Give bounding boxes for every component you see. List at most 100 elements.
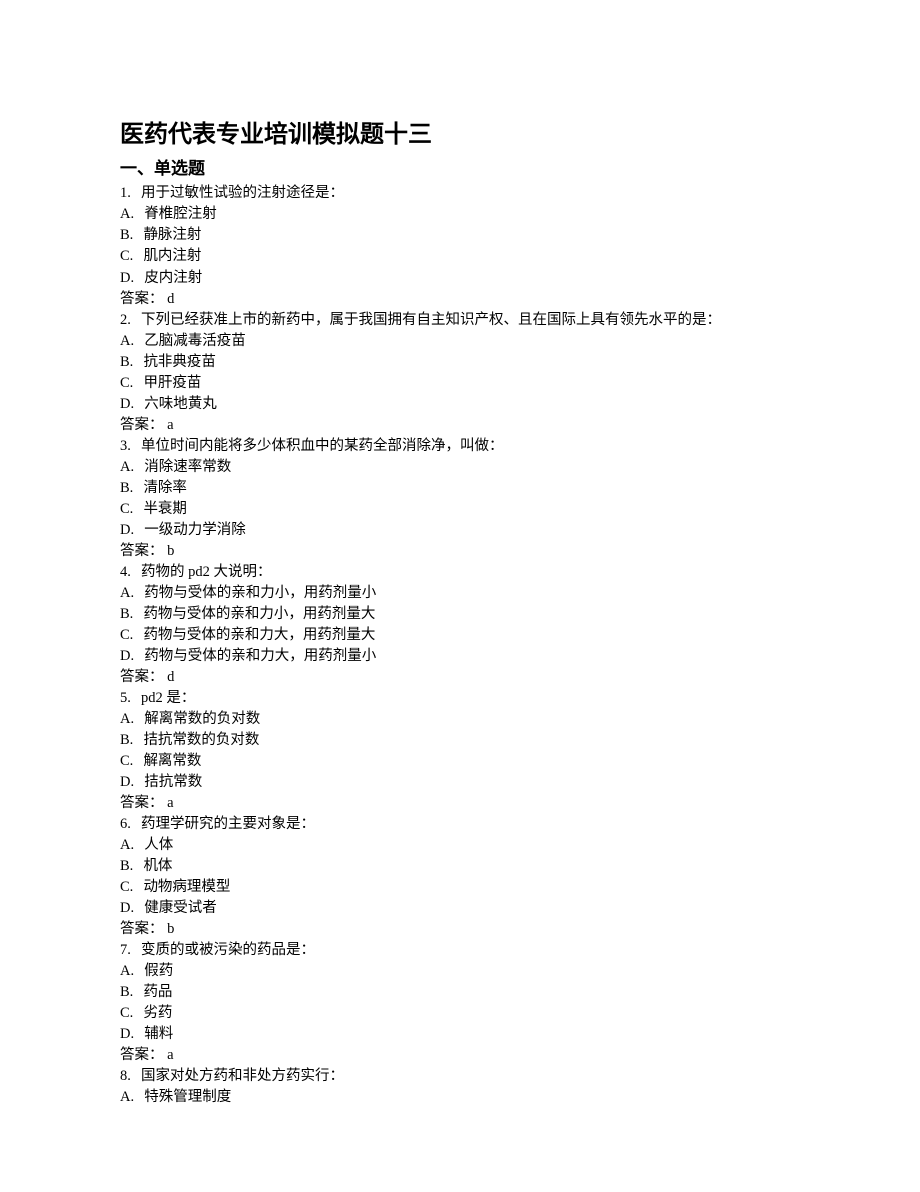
option: D. 药物与受体的亲和力大，用药剂量小 [120,646,800,667]
option-text: 一级动力学消除 [144,522,246,538]
question-text: pd2 是： [141,690,195,706]
answer-label: 答案： [120,543,164,559]
option-text: 药物与受体的亲和力大，用药剂量大 [143,627,375,643]
option: B.抗非典疫苗 [120,352,800,373]
option: C.药物与受体的亲和力大，用药剂量大 [120,625,800,646]
question-stem: 5. pd2 是： [120,688,800,709]
answer-value: b [164,543,175,559]
option-text: 机体 [143,858,172,874]
question-stem: 2. 下列已经获准上市的新药中，属于我国拥有自主知识产权、且在国际上具有领先水平的… [120,310,800,331]
question-number: 7. [120,940,131,961]
question-stem: 6.药理学研究的主要对象是： [120,814,800,835]
option: A. 乙脑减毒活疫苗 [120,331,800,352]
answer-line: 答案： a [120,415,800,436]
question-stem: 8. 国家对处方药和非处方药实行： [120,1066,800,1087]
question-text: 单位时间内能将多少体积血中的某药全部消除净，叫做： [141,438,504,454]
question-stem: 3.单位时间内能将多少体积血中的某药全部消除净，叫做： [120,436,800,457]
option-text: 辅料 [144,1026,173,1042]
option: A.解离常数的负对数 [120,709,800,730]
option: C. 解离常数 [120,751,800,772]
option: C. 动物病理模型 [120,877,800,898]
question-text: 药理学研究的主要对象是： [141,816,315,832]
option-letter: A. [120,583,134,604]
option: B.机体 [120,856,800,877]
option: C. 半衰期 [120,499,800,520]
option-letter: A. [120,204,134,225]
option-text: 静脉注射 [143,227,201,243]
answer-value: a [164,795,174,811]
option: D. 一级动力学消除 [120,520,800,541]
option-text: 药物与受体的亲和力大，用药剂量小 [144,648,376,664]
option-letter: D. [120,646,134,667]
option-letter: A. [120,835,134,856]
question-text: 药物的 pd2 大说明： [141,564,272,580]
option-text: 乙脑减毒活疫苗 [144,333,246,349]
option-text: 消除速率常数 [144,459,231,475]
answer-label: 答案： [120,417,164,433]
option-letter: C. [120,1003,133,1024]
option-letter: B. [120,730,133,751]
option-letter: C. [120,246,133,267]
option-letter: C. [120,373,133,394]
option-letter: A. [120,1087,134,1108]
option: A. 脊椎腔注射 [120,204,800,225]
option: C. 劣药 [120,1003,800,1024]
option-letter: C. [120,499,133,520]
question-number: 4. [120,562,131,583]
answer-label: 答案： [120,921,164,937]
option-letter: A. [120,709,134,730]
question-number: 5. [120,688,131,709]
question-text: 变质的或被污染的药品是： [141,942,315,958]
answer-line: 答案： d [120,667,800,688]
question-stem: 4. 药物的 pd2 大说明： [120,562,800,583]
option-text: 清除率 [143,480,187,496]
option-letter: D. [120,268,134,289]
question-number: 8. [120,1066,131,1087]
option-letter: D. [120,898,134,919]
option: A. 消除速率常数 [120,457,800,478]
option-text: 脊椎腔注射 [144,206,217,222]
option: D. 皮内注射 [120,268,800,289]
question-number: 1. [120,183,131,204]
option: D.拮抗常数 [120,772,800,793]
question-number: 2. [120,310,131,331]
option-text: 动物病理模型 [143,879,230,895]
option: A. 人体 [120,835,800,856]
option-text: 皮内注射 [144,270,202,286]
option-letter: A. [120,457,134,478]
option: A.药物与受体的亲和力小，用药剂量小 [120,583,800,604]
option-text: 人体 [144,837,173,853]
option-letter: B. [120,225,133,246]
question-stem: 7. 变质的或被污染的药品是： [120,940,800,961]
option-letter: C. [120,751,133,772]
answer-value: d [164,291,175,307]
option: B. 静脉注射 [120,225,800,246]
option-text: 解离常数 [143,753,201,769]
option-letter: A. [120,961,134,982]
option-text: 甲肝疫苗 [143,375,201,391]
option-letter: D. [120,772,134,793]
option: A.假药 [120,961,800,982]
option-text: 六味地黄丸 [144,396,217,412]
question-text: 国家对处方药和非处方药实行： [141,1068,344,1084]
answer-label: 答案： [120,669,164,685]
option-text: 健康受试者 [144,900,217,916]
question-text: 下列已经获准上市的新药中，属于我国拥有自主知识产权、且在国际上具有领先水平的是： [141,312,721,328]
option-letter: A. [120,331,134,352]
option: B.清除率 [120,478,800,499]
option-text: 半衰期 [143,501,187,517]
option: B.药物与受体的亲和力小，用药剂量大 [120,604,800,625]
option-letter: B. [120,604,133,625]
answer-line: 答案： a [120,793,800,814]
questions-list: 1.用于过敏性试验的注射途径是：A.脊椎腔注射B.静脉注射C.肌内注射D.皮内注… [120,183,800,1108]
option: A.特殊管理制度 [120,1087,800,1108]
answer-value: d [164,669,175,685]
answer-line: 答案： b [120,541,800,562]
question-text: 用于过敏性试验的注射途径是： [141,185,344,201]
document-title: 医药代表专业培训模拟题十三 [120,118,800,153]
answer-value: a [164,417,174,433]
option-text: 劣药 [143,1005,172,1021]
option-letter: D. [120,520,134,541]
option-letter: C. [120,877,133,898]
option-text: 拮抗常数的负对数 [143,732,259,748]
